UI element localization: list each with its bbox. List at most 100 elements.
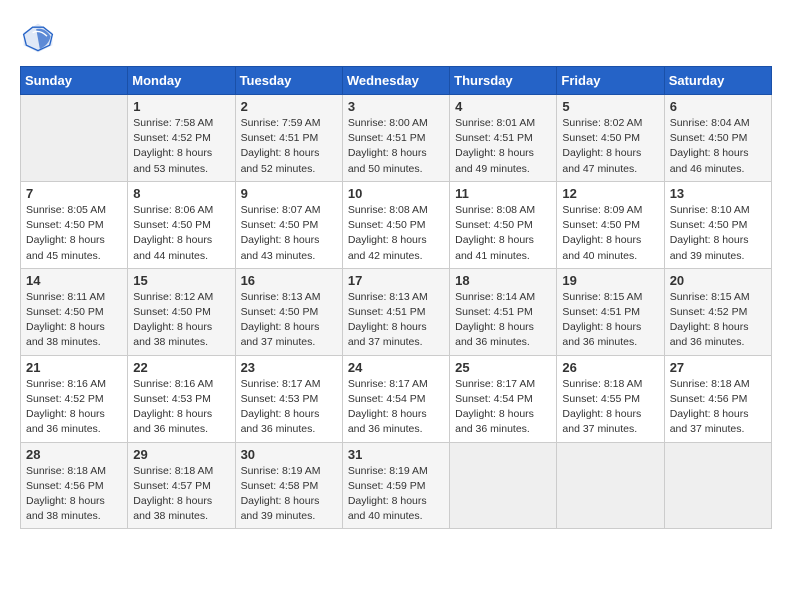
day-number: 4 [455, 99, 551, 114]
day-number: 3 [348, 99, 444, 114]
day-number: 28 [26, 447, 122, 462]
day-info: Sunrise: 8:17 AM Sunset: 4:54 PM Dayligh… [348, 377, 444, 438]
day-info: Sunrise: 8:08 AM Sunset: 4:50 PM Dayligh… [455, 203, 551, 264]
day-info: Sunrise: 8:16 AM Sunset: 4:52 PM Dayligh… [26, 377, 122, 438]
calendar-cell: 18Sunrise: 8:14 AM Sunset: 4:51 PM Dayli… [450, 268, 557, 355]
page-header [20, 20, 772, 56]
day-number: 29 [133, 447, 229, 462]
calendar-cell: 29 Sunrise: 8:18 AM Sunset: 4:57 PM Dayli… [128, 442, 235, 529]
day-number: 6 [670, 99, 766, 114]
day-number: 17 [348, 273, 444, 288]
weekday-header-friday: Friday [557, 67, 664, 95]
day-number: 12 [562, 186, 658, 201]
calendar-cell: 8Sunrise: 8:06 AM Sunset: 4:50 PM Daylig… [128, 181, 235, 268]
day-info: Sunrise: 8:15 AM Sunset: 4:52 PM Dayligh… [670, 290, 766, 351]
day-number: 30 [241, 447, 337, 462]
day-number: 19 [562, 273, 658, 288]
day-number: 22 [133, 360, 229, 375]
logo [20, 20, 60, 56]
calendar-week-row: 21 Sunrise: 8:16 AM Sunset: 4:52 PM Dayli… [21, 355, 772, 442]
weekday-header-tuesday: Tuesday [235, 67, 342, 95]
day-number: 25 [455, 360, 551, 375]
day-number: 26 [562, 360, 658, 375]
day-info: Sunrise: 8:09 AM Sunset: 4:50 PM Dayligh… [562, 203, 658, 264]
day-number: 10 [348, 186, 444, 201]
day-number: 27 [670, 360, 766, 375]
day-info: Sunrise: 8:13 AM Sunset: 4:50 PM Dayligh… [241, 290, 337, 351]
day-info: Sunrise: 8:15 AM Sunset: 4:51 PM Dayligh… [562, 290, 658, 351]
day-number: 23 [241, 360, 337, 375]
weekday-header-thursday: Thursday [450, 67, 557, 95]
calendar-cell: 22 Sunrise: 8:16 AM Sunset: 4:53 PM Dayli… [128, 355, 235, 442]
calendar-table: SundayMondayTuesdayWednesdayThursdayFrid… [20, 66, 772, 529]
calendar-cell: 25 Sunrise: 8:17 AM Sunset: 4:54 PM Dayli… [450, 355, 557, 442]
day-number: 11 [455, 186, 551, 201]
calendar-week-row: 28 Sunrise: 8:18 AM Sunset: 4:56 PM Dayli… [21, 442, 772, 529]
day-info: Sunrise: 8:05 AM Sunset: 4:50 PM Dayligh… [26, 203, 122, 264]
day-info: Sunrise: 8:18 AM Sunset: 4:56 PM Dayligh… [670, 377, 766, 438]
calendar-cell: 15 Sunrise: 8:12 AM Sunset: 4:50 PM Dayli… [128, 268, 235, 355]
day-info: Sunrise: 8:13 AM Sunset: 4:51 PM Dayligh… [348, 290, 444, 351]
day-info: Sunrise: 8:02 AM Sunset: 4:50 PM Dayligh… [562, 116, 658, 177]
day-info: Sunrise: 7:59 AM Sunset: 4:51 PM Dayligh… [241, 116, 337, 177]
day-number: 9 [241, 186, 337, 201]
day-info: Sunrise: 8:08 AM Sunset: 4:50 PM Dayligh… [348, 203, 444, 264]
calendar-cell [557, 442, 664, 529]
calendar-cell: 1 Sunrise: 7:58 AM Sunset: 4:52 PM Daylig… [128, 95, 235, 182]
weekday-header-wednesday: Wednesday [342, 67, 449, 95]
calendar-cell: 7Sunrise: 8:05 AM Sunset: 4:50 PM Daylig… [21, 181, 128, 268]
calendar-cell: 9 Sunrise: 8:07 AM Sunset: 4:50 PM Daylig… [235, 181, 342, 268]
day-number: 13 [670, 186, 766, 201]
day-number: 20 [670, 273, 766, 288]
calendar-cell: 28 Sunrise: 8:18 AM Sunset: 4:56 PM Dayli… [21, 442, 128, 529]
day-number: 14 [26, 273, 122, 288]
calendar-week-row: 14 Sunrise: 8:11 AM Sunset: 4:50 PM Dayli… [21, 268, 772, 355]
day-info: Sunrise: 8:18 AM Sunset: 4:56 PM Dayligh… [26, 464, 122, 525]
day-info: Sunrise: 8:10 AM Sunset: 4:50 PM Dayligh… [670, 203, 766, 264]
calendar-cell: 21 Sunrise: 8:16 AM Sunset: 4:52 PM Dayli… [21, 355, 128, 442]
calendar-cell: 6Sunrise: 8:04 AM Sunset: 4:50 PM Daylig… [664, 95, 771, 182]
day-info: Sunrise: 8:06 AM Sunset: 4:50 PM Dayligh… [133, 203, 229, 264]
weekday-header-row: SundayMondayTuesdayWednesdayThursdayFrid… [21, 67, 772, 95]
calendar-cell: 24 Sunrise: 8:17 AM Sunset: 4:54 PM Dayli… [342, 355, 449, 442]
weekday-header-saturday: Saturday [664, 67, 771, 95]
calendar-cell: 16 Sunrise: 8:13 AM Sunset: 4:50 PM Dayli… [235, 268, 342, 355]
calendar-cell: 4Sunrise: 8:01 AM Sunset: 4:51 PM Daylig… [450, 95, 557, 182]
calendar-cell: 13 Sunrise: 8:10 AM Sunset: 4:50 PM Dayli… [664, 181, 771, 268]
calendar-cell: 31Sunrise: 8:19 AM Sunset: 4:59 PM Dayli… [342, 442, 449, 529]
day-info: Sunrise: 8:16 AM Sunset: 4:53 PM Dayligh… [133, 377, 229, 438]
day-info: Sunrise: 7:58 AM Sunset: 4:52 PM Dayligh… [133, 116, 229, 177]
day-info: Sunrise: 8:14 AM Sunset: 4:51 PM Dayligh… [455, 290, 551, 351]
calendar-cell: 17 Sunrise: 8:13 AM Sunset: 4:51 PM Dayli… [342, 268, 449, 355]
weekday-header-monday: Monday [128, 67, 235, 95]
day-number: 21 [26, 360, 122, 375]
calendar-cell: 20 Sunrise: 8:15 AM Sunset: 4:52 PM Dayli… [664, 268, 771, 355]
day-info: Sunrise: 8:17 AM Sunset: 4:53 PM Dayligh… [241, 377, 337, 438]
day-number: 1 [133, 99, 229, 114]
day-info: Sunrise: 8:00 AM Sunset: 4:51 PM Dayligh… [348, 116, 444, 177]
calendar-cell: 23 Sunrise: 8:17 AM Sunset: 4:53 PM Dayli… [235, 355, 342, 442]
calendar-cell: 30 Sunrise: 8:19 AM Sunset: 4:58 PM Dayli… [235, 442, 342, 529]
day-info: Sunrise: 8:18 AM Sunset: 4:55 PM Dayligh… [562, 377, 658, 438]
day-info: Sunrise: 8:18 AM Sunset: 4:57 PM Dayligh… [133, 464, 229, 525]
calendar-cell: 10 Sunrise: 8:08 AM Sunset: 4:50 PM Dayli… [342, 181, 449, 268]
calendar-cell: 11 Sunrise: 8:08 AM Sunset: 4:50 PM Dayli… [450, 181, 557, 268]
calendar-cell: 5Sunrise: 8:02 AM Sunset: 4:50 PM Daylig… [557, 95, 664, 182]
day-number: 15 [133, 273, 229, 288]
calendar-cell [450, 442, 557, 529]
day-number: 24 [348, 360, 444, 375]
calendar-week-row: 7Sunrise: 8:05 AM Sunset: 4:50 PM Daylig… [21, 181, 772, 268]
day-info: Sunrise: 8:17 AM Sunset: 4:54 PM Dayligh… [455, 377, 551, 438]
calendar-week-row: 1 Sunrise: 7:58 AM Sunset: 4:52 PM Daylig… [21, 95, 772, 182]
calendar-cell: 26 Sunrise: 8:18 AM Sunset: 4:55 PM Dayli… [557, 355, 664, 442]
calendar-cell: 14 Sunrise: 8:11 AM Sunset: 4:50 PM Dayli… [21, 268, 128, 355]
calendar-cell: 3 Sunrise: 8:00 AM Sunset: 4:51 PM Daylig… [342, 95, 449, 182]
day-info: Sunrise: 8:12 AM Sunset: 4:50 PM Dayligh… [133, 290, 229, 351]
day-info: Sunrise: 8:07 AM Sunset: 4:50 PM Dayligh… [241, 203, 337, 264]
weekday-header-sunday: Sunday [21, 67, 128, 95]
day-info: Sunrise: 8:19 AM Sunset: 4:59 PM Dayligh… [348, 464, 444, 525]
day-info: Sunrise: 8:19 AM Sunset: 4:58 PM Dayligh… [241, 464, 337, 525]
day-info: Sunrise: 8:11 AM Sunset: 4:50 PM Dayligh… [26, 290, 122, 351]
day-number: 16 [241, 273, 337, 288]
calendar-cell: 12 Sunrise: 8:09 AM Sunset: 4:50 PM Dayli… [557, 181, 664, 268]
